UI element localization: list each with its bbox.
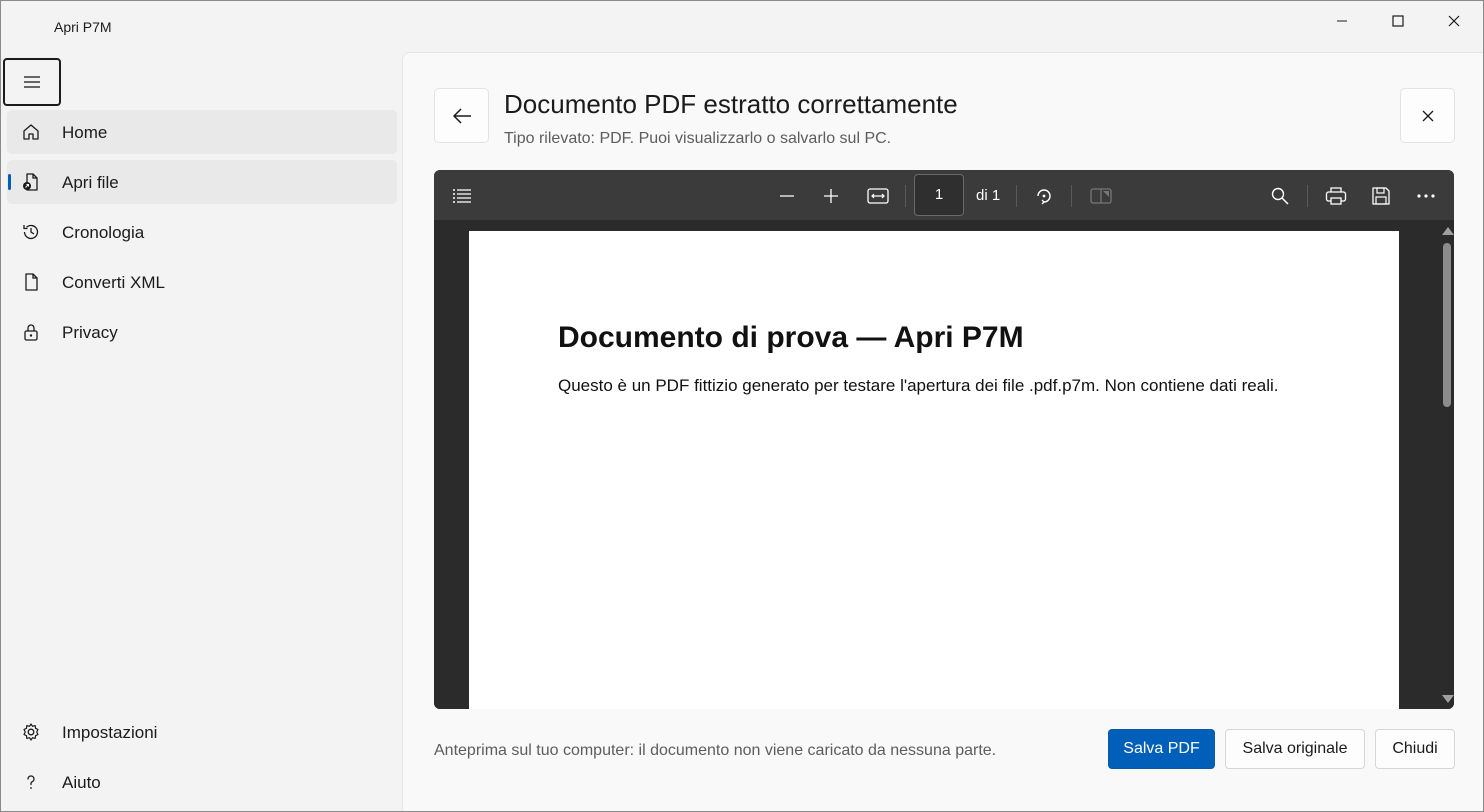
fit-width-icon bbox=[867, 188, 889, 204]
open-file-icon bbox=[23, 173, 38, 191]
arrow-left-icon bbox=[452, 107, 471, 124]
scroll-down-arrow[interactable] bbox=[1442, 695, 1454, 703]
rotate-button[interactable] bbox=[1031, 183, 1057, 209]
plus-icon bbox=[824, 189, 838, 203]
print-button[interactable] bbox=[1323, 183, 1349, 209]
minimize-button[interactable] bbox=[1314, 1, 1370, 41]
save-icon bbox=[1372, 187, 1390, 205]
dismiss-button[interactable] bbox=[1400, 88, 1455, 143]
toolbar-separator bbox=[1071, 185, 1072, 207]
pdf-page: Documento di prova — Apri P7M Questo è u… bbox=[469, 231, 1399, 709]
sidebar-item-label: Aiuto bbox=[62, 773, 101, 792]
sidebar-item-help[interactable]: Aiuto bbox=[7, 760, 397, 804]
toolbar-separator bbox=[1016, 185, 1017, 207]
fit-width-button[interactable] bbox=[865, 183, 891, 209]
page-total: di 1 bbox=[976, 187, 1001, 204]
page-number-input[interactable]: 1 bbox=[914, 174, 964, 216]
sidebar-item-label: Apri file bbox=[62, 173, 119, 192]
sidebar-item-home[interactable]: Home bbox=[7, 110, 397, 154]
zoom-in-button[interactable] bbox=[818, 183, 844, 209]
print-icon bbox=[1325, 187, 1347, 205]
maximize-button[interactable] bbox=[1370, 1, 1426, 41]
gear-icon bbox=[23, 723, 39, 741]
sidebar-item-label: Cronologia bbox=[62, 223, 145, 242]
maximize-icon bbox=[1392, 15, 1404, 27]
sidebar-item-history[interactable]: Cronologia bbox=[7, 210, 397, 254]
back-button[interactable] bbox=[434, 88, 489, 143]
lock-icon bbox=[24, 324, 38, 341]
selection-indicator bbox=[8, 174, 11, 190]
menu-toggle-button[interactable] bbox=[3, 58, 61, 106]
pdf-page-heading: Documento di prova — Apri P7M bbox=[558, 321, 1024, 354]
page-title: Documento PDF estratto correttamente bbox=[504, 89, 958, 119]
find-button[interactable] bbox=[1267, 183, 1293, 209]
more-options-button[interactable] bbox=[1413, 183, 1439, 209]
toolbar-separator bbox=[1307, 185, 1308, 207]
sidebar-item-convert-xml[interactable]: Converti XML bbox=[7, 260, 397, 304]
home-icon bbox=[23, 124, 39, 140]
sidebar-item-settings[interactable]: Impostazioni bbox=[7, 710, 397, 754]
two-page-icon bbox=[1090, 188, 1112, 204]
title-bar: Apri P7M bbox=[1, 1, 1483, 53]
sidebar-item-label: Privacy bbox=[62, 323, 118, 342]
search-icon bbox=[1271, 187, 1289, 205]
main-content: Documento PDF estratto correttamente Tip… bbox=[402, 52, 1483, 811]
list-icon bbox=[453, 189, 471, 203]
save-button[interactable] bbox=[1368, 183, 1394, 209]
privacy-note: Anteprima sul tuo computer: il documento… bbox=[434, 742, 997, 759]
sidebar-item-label: Home bbox=[62, 123, 108, 142]
history-icon bbox=[23, 224, 39, 240]
sidebar-item-privacy[interactable]: Privacy bbox=[7, 310, 397, 354]
contents-button[interactable] bbox=[449, 183, 475, 209]
minus-icon bbox=[780, 195, 794, 197]
save-original-button[interactable]: Salva originale bbox=[1225, 729, 1365, 769]
minimize-icon bbox=[1337, 20, 1347, 22]
document-icon bbox=[25, 273, 38, 291]
close-icon bbox=[1422, 110, 1433, 121]
two-page-view-button[interactable] bbox=[1088, 183, 1114, 209]
more-icon bbox=[1417, 194, 1435, 198]
app-title: Apri P7M bbox=[54, 19, 112, 35]
app-window: Apri P7M Home Apri file Cronologia Conve… bbox=[0, 0, 1484, 812]
sidebar-item-open-file[interactable]: Apri file bbox=[7, 160, 397, 204]
pdf-toolbar: 1 di 1 bbox=[434, 170, 1454, 221]
rotate-icon bbox=[1037, 189, 1051, 205]
toolbar-separator bbox=[905, 185, 906, 207]
sidebar-item-label: Converti XML bbox=[62, 273, 165, 292]
scroll-up-arrow[interactable] bbox=[1442, 227, 1454, 235]
save-pdf-button[interactable]: Salva PDF bbox=[1108, 729, 1215, 769]
hamburger-icon bbox=[24, 76, 40, 88]
window-close-button[interactable] bbox=[1426, 1, 1482, 41]
scroll-thumb[interactable] bbox=[1443, 243, 1451, 407]
close-icon bbox=[1448, 15, 1460, 27]
sidebar-item-label: Impostazioni bbox=[62, 723, 158, 742]
pdf-viewer: 1 di 1 Documento di prova — Apri P7M Que… bbox=[434, 170, 1454, 709]
page-subtitle: Tipo rilevato: PDF. Puoi visualizzarlo o… bbox=[504, 130, 892, 147]
pdf-page-body: Questo è un PDF fittizio generato per te… bbox=[558, 376, 1279, 395]
pdf-canvas[interactable]: Documento di prova — Apri P7M Questo è u… bbox=[434, 221, 1438, 709]
vertical-scrollbar[interactable] bbox=[1438, 221, 1454, 709]
help-icon bbox=[27, 775, 35, 789]
close-button[interactable]: Chiudi bbox=[1375, 729, 1455, 769]
zoom-out-button[interactable] bbox=[774, 183, 800, 209]
